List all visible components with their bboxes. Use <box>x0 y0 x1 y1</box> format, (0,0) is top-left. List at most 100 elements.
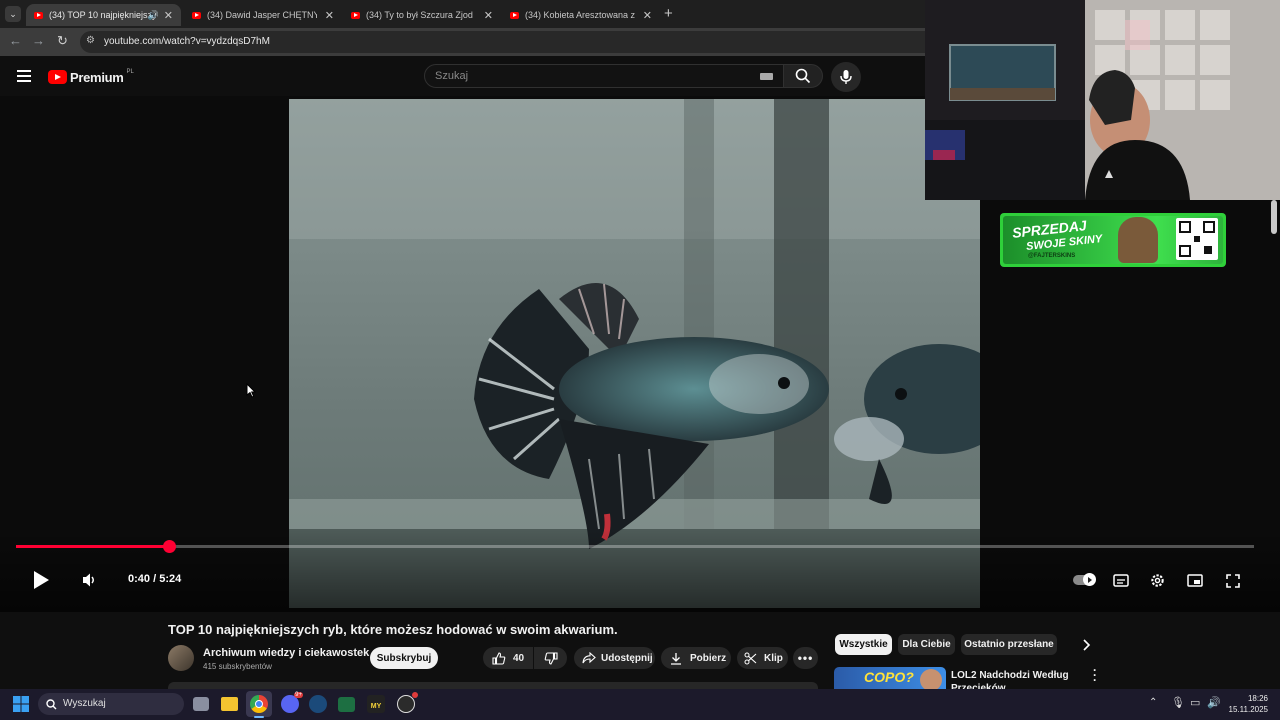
recommendation-thumbnail[interactable]: COPO? <box>834 667 946 689</box>
share-label: Udostępnij <box>601 652 653 664</box>
search-icon <box>795 68 811 84</box>
microphone-tray-icon[interactable]: 🎙 <box>1171 696 1185 709</box>
subscriber-count: 415 subskrybentów <box>203 662 272 671</box>
tab-title: (34) TOP 10 najpiękniejszych <box>49 10 156 20</box>
thumb-text: COPO? <box>864 669 914 685</box>
settings-gear-icon[interactable] <box>1150 573 1165 588</box>
clock-date: 15.11.2025 <box>1228 705 1268 714</box>
thumbs-down-icon <box>544 651 558 665</box>
scissors-icon <box>744 652 757 664</box>
dislike-button[interactable] <box>534 647 567 669</box>
play-icon[interactable] <box>31 570 51 590</box>
youtube-favicon-icon <box>34 11 43 19</box>
time-separator: / <box>150 573 160 585</box>
windows-start-icon[interactable] <box>13 696 29 712</box>
taskbar-search-placeholder: Wyszukaj <box>63 698 106 709</box>
chip-for-you[interactable]: Dla Ciebie <box>898 634 955 655</box>
excel-icon[interactable] <box>338 697 355 712</box>
discord-icon[interactable]: 9+ <box>281 692 303 713</box>
progress-scrubber[interactable] <box>162 540 176 553</box>
channel-name[interactable]: Archiwum wiedzy i ciekawostek <box>203 647 369 659</box>
channel-avatar[interactable] <box>168 645 194 671</box>
search-input[interactable]: Szukaj <box>424 64 784 88</box>
chip-recently-uploaded[interactable]: Ostatnio przesłane <box>961 634 1057 655</box>
site-info-icon[interactable]: ⚙ <box>86 35 95 46</box>
video-title: TOP 10 najpiękniejszych ryb, które możes… <box>168 622 618 637</box>
download-label: Pobierz <box>690 652 727 664</box>
autoplay-toggle[interactable] <box>1073 573 1096 586</box>
forward-arrow-icon[interactable]: → <box>32 33 45 48</box>
more-horizontal-icon: ••• <box>797 651 814 665</box>
close-tab-icon[interactable]: ✕ <box>325 9 334 22</box>
tab-search-dropdown[interactable]: ⌄ <box>5 6 21 22</box>
chevron-up-icon[interactable]: ⌃ <box>1149 697 1157 708</box>
chrome-icon[interactable] <box>250 695 268 713</box>
chip-label: Dla Ciebie <box>902 639 951 650</box>
network-icon[interactable]: ▭ <box>1190 696 1200 709</box>
reload-icon[interactable]: ↻ <box>57 33 68 49</box>
keyboard-icon[interactable] <box>760 73 773 80</box>
voice-search-button[interactable] <box>831 62 861 92</box>
back-arrow-icon[interactable]: ← <box>9 33 22 48</box>
obs-icon[interactable] <box>397 692 418 713</box>
tab-title: (34) Kobieta Aresztowana za Up <box>525 10 635 20</box>
logo-badge: PL <box>126 69 134 75</box>
progress-bar[interactable] <box>16 545 1254 548</box>
search-placeholder: Szukaj <box>435 70 469 82</box>
new-tab-button[interactable]: + <box>664 5 673 22</box>
steam-icon[interactable] <box>309 695 327 713</box>
my-app-icon[interactable]: MY <box>367 695 385 713</box>
subtitles-icon[interactable] <box>1113 574 1129 587</box>
mascot-image <box>1118 217 1158 263</box>
webcam-image <box>925 0 1280 200</box>
taskbar-search[interactable]: Wyszukaj <box>38 693 184 715</box>
like-button[interactable]: 40 <box>483 647 533 669</box>
download-icon <box>671 652 681 665</box>
volume-icon[interactable] <box>82 572 98 588</box>
streamer-webcam <box>925 0 1280 200</box>
rec-title-text: LOL2 Nadchodzi Według Przecieków <box>951 670 1069 689</box>
time-display: 0:40 / 5:24 <box>128 573 181 585</box>
speaker-icon[interactable]: 🔊 <box>148 10 159 21</box>
youtube-premium-logo[interactable]: Premium PL <box>48 68 134 86</box>
address-bar[interactable]: ⚙ youtube.com/watch?v=vydzdqsD7hM <box>80 31 925 53</box>
promo-banner[interactable]: SPRZEDAJ SWOJE SKINY @FAJTERSKINS <box>1000 213 1226 267</box>
discord-badge: 9+ <box>294 692 303 698</box>
close-tab-icon[interactable]: ✕ <box>643 9 652 22</box>
hamburger-menu-icon[interactable] <box>17 70 31 82</box>
browser-tab-strip: ⌄ (34) TOP 10 najpiękniejszych 🔊 ✕ (34) … <box>0 0 925 28</box>
subscribe-button[interactable]: Subskrybuj <box>370 647 438 669</box>
system-clock[interactable]: 18:26 15.11.2025 <box>1226 693 1268 715</box>
task-view-icon[interactable] <box>193 697 209 711</box>
youtube-favicon-icon <box>510 11 519 19</box>
recommendation-menu-icon[interactable]: · · · <box>1093 664 1097 686</box>
like-count: 40 <box>513 652 525 664</box>
miniplayer-icon[interactable] <box>1187 574 1203 587</box>
page-scrollbar[interactable] <box>1271 200 1277 234</box>
more-actions-button[interactable]: ••• <box>793 647 818 669</box>
controls-gradient <box>0 530 1280 612</box>
share-button[interactable]: Udostępnij <box>574 647 655 669</box>
chevron-right-icon[interactable] <box>1081 639 1091 651</box>
share-icon <box>582 652 596 664</box>
fullscreen-icon[interactable] <box>1226 574 1240 588</box>
close-tab-icon[interactable]: ✕ <box>484 9 493 22</box>
search-button[interactable] <box>783 64 823 88</box>
close-tab-icon[interactable]: ✕ <box>164 9 173 22</box>
file-explorer-icon[interactable] <box>221 697 238 711</box>
browser-tab-4[interactable]: (34) Kobieta Aresztowana za Up ✕ <box>502 4 660 26</box>
description-box-edge[interactable] <box>168 682 818 689</box>
recommendation-title[interactable]: LOL2 Nadchodzi Według Przecieków <box>951 669 1071 689</box>
time-total: 5:24 <box>159 573 182 585</box>
youtube-favicon-icon <box>351 11 360 19</box>
tab-title: (34) Dawid Jasper CHĘTNY NA <box>207 10 317 20</box>
speaker-tray-icon[interactable]: 🔊 <box>1207 696 1221 709</box>
clip-label: Klip <box>764 652 783 664</box>
browser-tab-3[interactable]: (34) Ty to był Szczura Zjod | Sp ✕ <box>343 4 501 26</box>
download-button[interactable]: Pobierz <box>661 647 731 669</box>
chip-all[interactable]: Wszystkie <box>835 634 892 655</box>
browser-tab-1[interactable]: (34) TOP 10 najpiękniejszych 🔊 ✕ <box>26 4 181 26</box>
clip-button[interactable]: Klip <box>737 647 788 669</box>
chip-label: Wszystkie <box>839 639 888 650</box>
browser-tab-2[interactable]: (34) Dawid Jasper CHĘTNY NA ✕ <box>184 4 342 26</box>
